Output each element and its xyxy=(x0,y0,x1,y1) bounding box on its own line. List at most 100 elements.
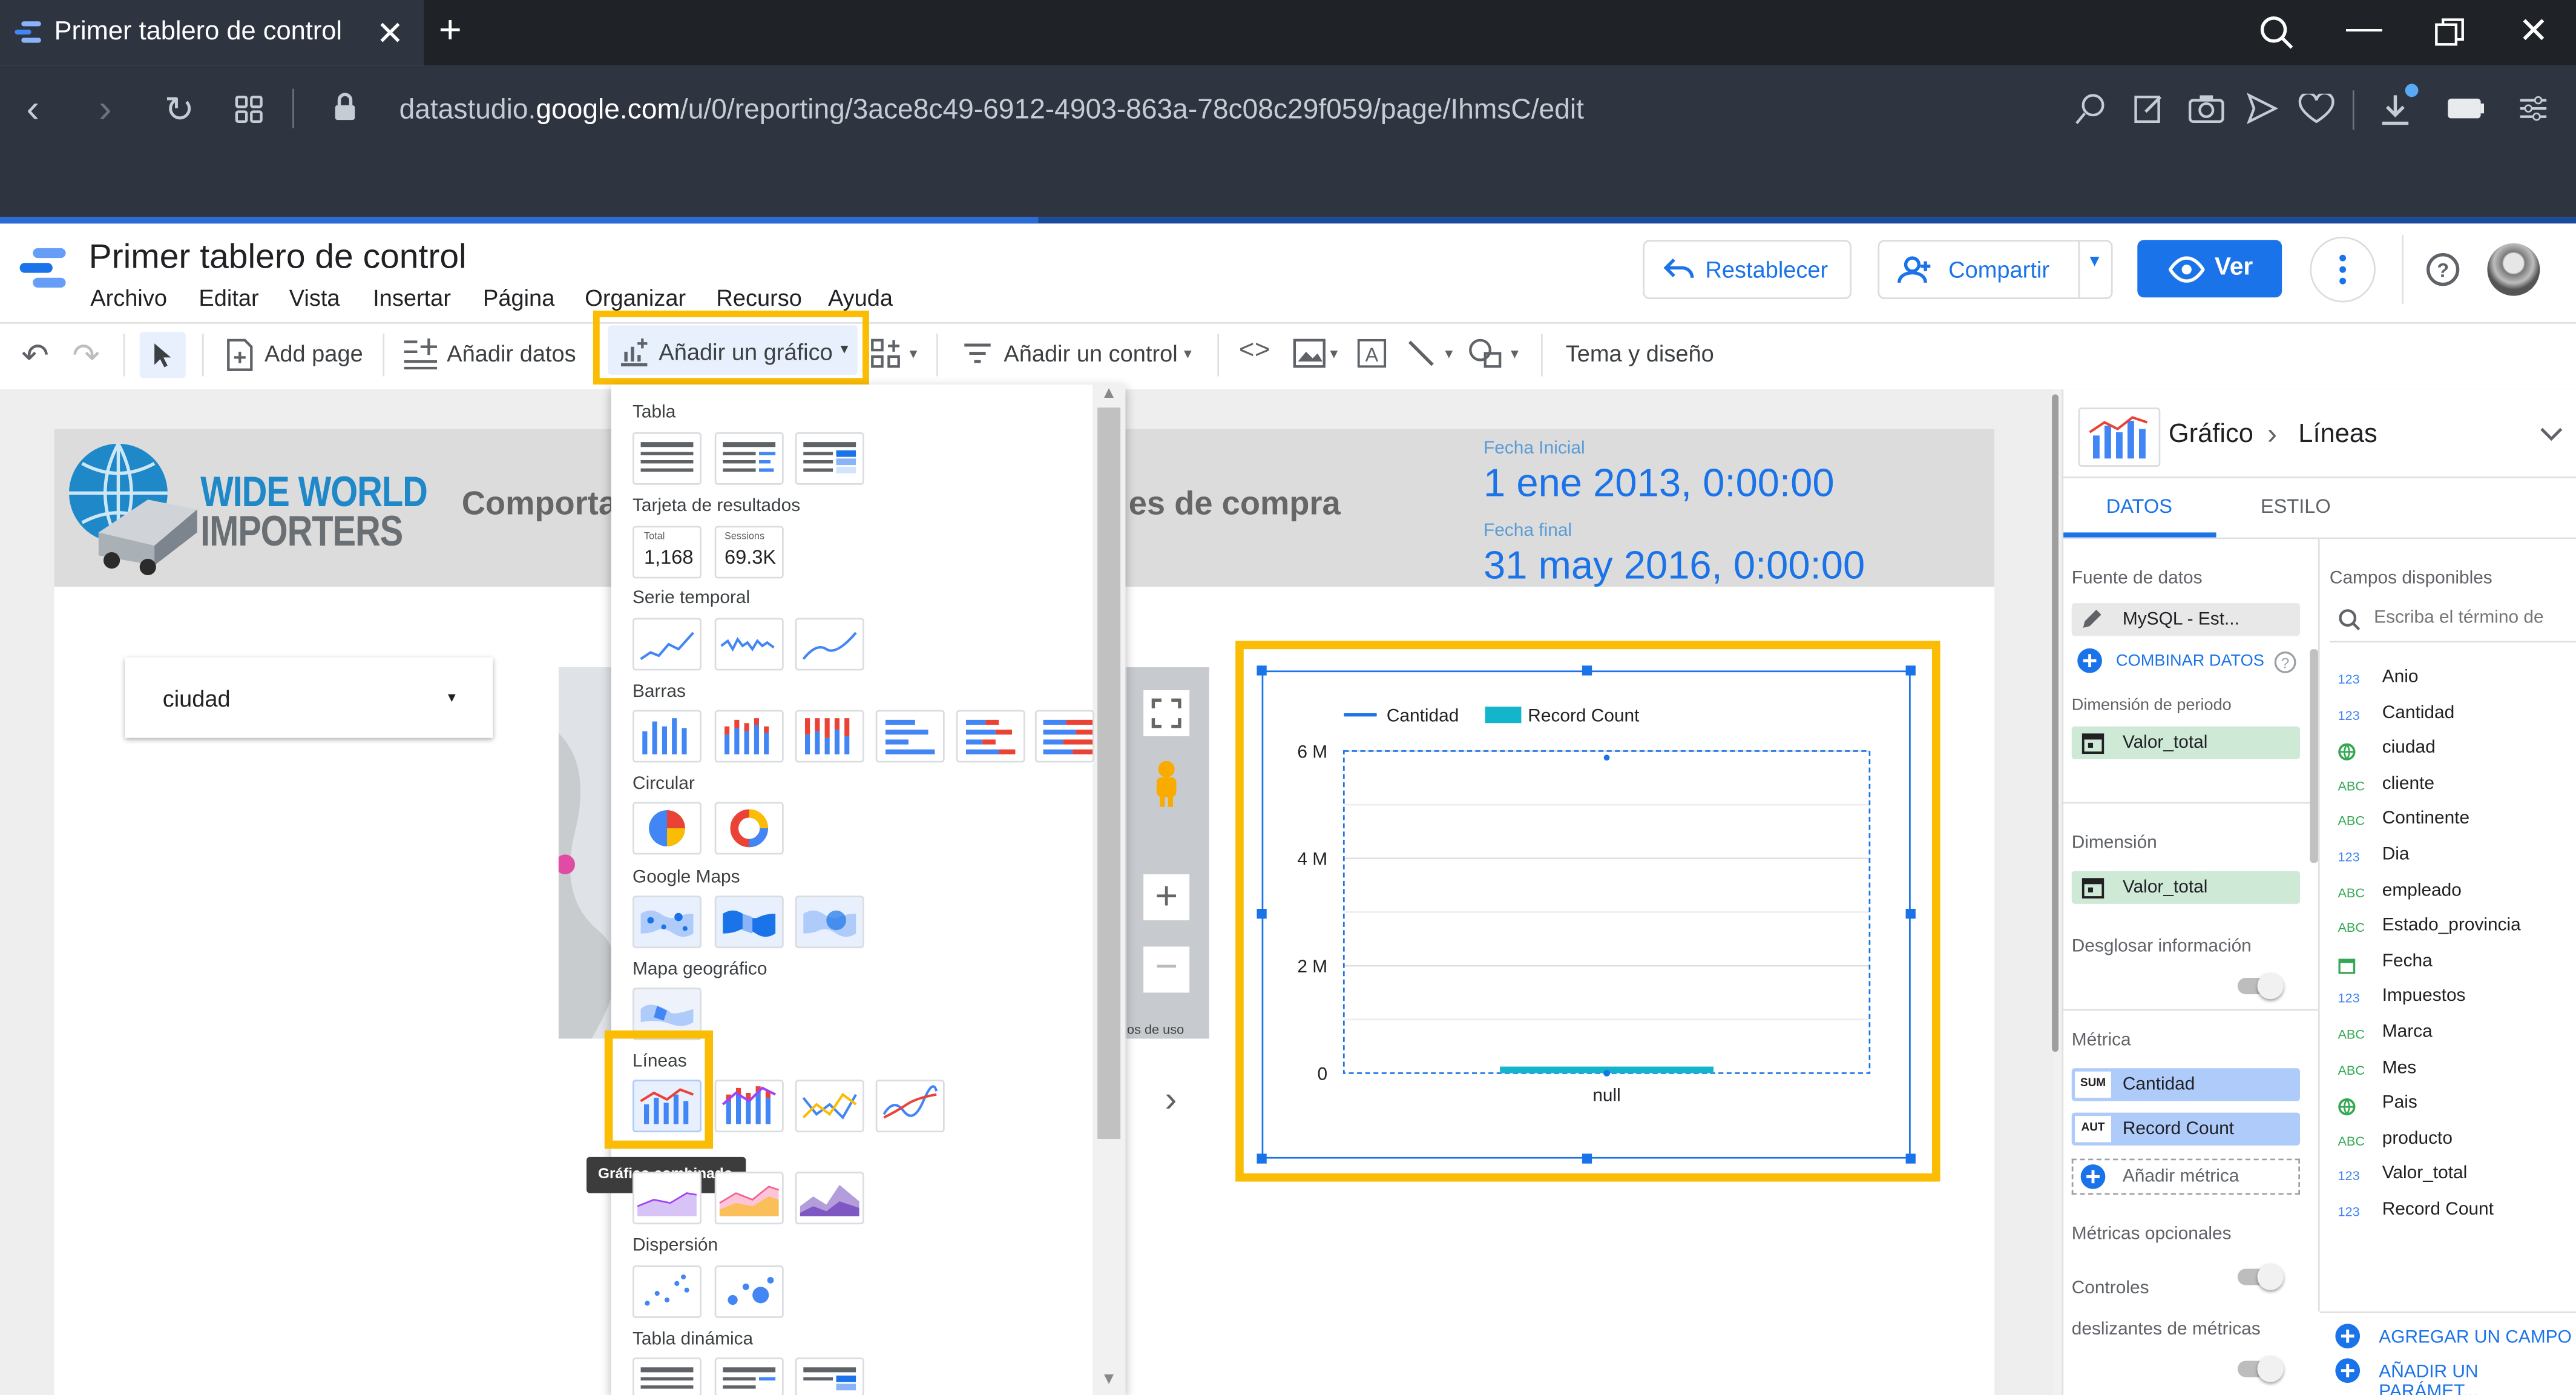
menu-archivo[interactable]: Archivo xyxy=(90,285,167,311)
fullscreen-icon[interactable] xyxy=(1143,690,1190,737)
map-terms[interactable]: os de uso xyxy=(1127,1022,1184,1037)
menu-editar[interactable]: Editar xyxy=(199,285,258,311)
100-stacked-area-chart-icon[interactable] xyxy=(795,1172,864,1225)
available-field[interactable]: Mes xyxy=(2382,1058,2416,1078)
lock-icon[interactable] xyxy=(334,92,356,122)
reload-icon[interactable]: ↻ xyxy=(164,89,194,132)
browser-tab[interactable]: Primer tablero de control ✕ xyxy=(0,0,424,66)
more-options-button[interactable] xyxy=(2310,236,2376,303)
scroll-down-icon[interactable]: ▼ xyxy=(1101,1371,1117,1389)
help-circle-icon[interactable]: ? xyxy=(2274,651,2297,674)
table-heatmap-chart-icon[interactable] xyxy=(795,432,864,485)
pegman-icon[interactable] xyxy=(1147,759,1186,808)
bar-chart-icon[interactable] xyxy=(875,710,945,763)
text-box-icon[interactable]: A xyxy=(1357,338,1387,368)
available-field[interactable]: Estado_provincia xyxy=(2382,915,2521,935)
period-dimension-chip[interactable]: Valor_total xyxy=(2071,726,2301,760)
resize-handle[interactable] xyxy=(1905,1153,1916,1164)
scorecard-total-icon[interactable]: Total 1,168 xyxy=(632,526,702,579)
heatmap-map-icon[interactable] xyxy=(795,895,864,949)
new-tab-icon[interactable]: + xyxy=(439,8,462,54)
next-arrow-icon[interactable]: › xyxy=(1165,1078,1177,1121)
pivot-table-bars-icon[interactable] xyxy=(714,1357,784,1395)
tab-datos[interactable]: DATOS xyxy=(2106,495,2172,518)
resize-handle[interactable] xyxy=(1582,1153,1592,1164)
chevron-down-icon[interactable]: ▼ xyxy=(1327,347,1341,361)
scroll-up-icon[interactable]: ▲ xyxy=(1101,384,1117,403)
line-chart-icon[interactable] xyxy=(795,1080,864,1133)
close-tab-icon[interactable]: ✕ xyxy=(376,13,404,54)
available-field[interactable]: Record Count xyxy=(2382,1199,2494,1219)
data-source-chip[interactable]: MySQL - Est... xyxy=(2071,603,2301,636)
smoothed-time-series-icon[interactable] xyxy=(795,618,864,671)
menu-organizar[interactable]: Organizar xyxy=(585,285,686,311)
add-circle-icon[interactable] xyxy=(2334,1323,2361,1349)
pencil-icon[interactable] xyxy=(2080,608,2103,631)
menu-insertar[interactable]: Insertar xyxy=(373,285,451,311)
blend-data-button[interactable]: COMBINAR DATOS xyxy=(2116,653,2264,671)
column-chart-icon[interactable] xyxy=(632,710,702,763)
resize-handle[interactable] xyxy=(1257,1153,1267,1164)
menu-recurso[interactable]: Recurso xyxy=(716,285,802,311)
add-metric-button[interactable]: Añadir métrica xyxy=(2071,1158,2301,1195)
combo-chart-type-icon[interactable] xyxy=(2078,407,2161,467)
chevron-down-icon[interactable]: ▼ xyxy=(1508,347,1522,361)
table-chart-icon[interactable] xyxy=(632,432,702,485)
available-field[interactable]: producto xyxy=(2382,1129,2453,1149)
stacked-area-chart-icon[interactable] xyxy=(714,1172,784,1225)
menu-pagina[interactable]: Página xyxy=(483,285,554,311)
field-list-scrollbar[interactable] xyxy=(2310,649,2318,863)
add-field-button[interactable]: AGREGAR UN CAMPO xyxy=(2379,1328,2572,1348)
chevron-down-icon[interactable]: ▼ xyxy=(1181,347,1195,361)
community-viz-icon[interactable] xyxy=(871,338,907,371)
add-chart-button[interactable]: Añadir un gráfico ▼ xyxy=(608,325,858,375)
available-field[interactable]: Cantidad xyxy=(2382,703,2455,723)
add-control-button[interactable]: Añadir un control xyxy=(1004,340,1177,366)
restore-window-icon[interactable] xyxy=(2435,18,2465,48)
available-field[interactable]: cliente xyxy=(2382,774,2434,794)
chevron-down-icon[interactable]: ▼ xyxy=(907,347,920,361)
available-field[interactable]: Dia xyxy=(2382,845,2410,865)
pivot-table-icon[interactable] xyxy=(632,1357,702,1395)
time-series-icon[interactable] xyxy=(632,618,702,671)
zoom-in-icon[interactable]: + xyxy=(1143,874,1190,921)
zoom-out-icon[interactable]: − xyxy=(1143,946,1190,993)
collapse-panel-icon[interactable] xyxy=(2538,424,2564,444)
search-tabs-icon[interactable] xyxy=(2259,15,2295,51)
page-search-icon[interactable] xyxy=(2075,92,2108,125)
add-data-button[interactable]: Añadir datos xyxy=(447,340,576,366)
available-field[interactable]: ciudad xyxy=(2382,738,2436,758)
url-field[interactable]: datastudio.google.com/u/0/reporting/3ace… xyxy=(399,94,1584,127)
pie-chart-icon[interactable] xyxy=(632,802,702,855)
edit-page-icon[interactable] xyxy=(2132,92,2165,125)
sparkline-icon[interactable] xyxy=(714,618,784,671)
available-field[interactable]: Impuestos xyxy=(2382,987,2466,1007)
donut-chart-icon[interactable] xyxy=(714,802,784,855)
minimize-icon[interactable]: — xyxy=(2346,7,2382,50)
area-chart-icon[interactable] xyxy=(632,1172,702,1225)
line-icon[interactable] xyxy=(1406,338,1436,368)
forward-icon[interactable]: › xyxy=(99,87,112,133)
metric-chip-record-count[interactable]: AUT Record Count xyxy=(2071,1112,2301,1146)
scorecard-sessions-icon[interactable]: Sessions 69.3K xyxy=(714,526,784,579)
redo-icon[interactable]: ↷ xyxy=(72,335,100,377)
stacked-column-chart-icon[interactable] xyxy=(714,710,784,763)
canvas-scrollbar-thumb[interactable] xyxy=(2052,394,2059,1052)
bubble-map-icon[interactable] xyxy=(632,895,702,949)
embed-url-icon[interactable]: <> xyxy=(1239,337,1270,366)
resize-handle[interactable] xyxy=(1257,665,1267,676)
metric-agg-sum[interactable]: SUM xyxy=(2075,1071,2111,1098)
filled-map-icon[interactable] xyxy=(714,895,784,949)
back-icon[interactable]: ‹ xyxy=(26,87,39,133)
available-field[interactable]: Valor_total xyxy=(2382,1164,2468,1184)
tab-estilo[interactable]: ESTILO xyxy=(2261,495,2331,518)
avatar[interactable] xyxy=(2487,243,2540,296)
add-parameter-button[interactable]: AÑADIR UN PARÁMET... xyxy=(2379,1362,2576,1395)
menu-ayuda[interactable]: Ayuda xyxy=(828,285,893,311)
city-filter-control[interactable]: ciudad ▼ xyxy=(125,657,493,738)
stacked-bar-chart-icon[interactable] xyxy=(956,710,1025,763)
add-circle-icon[interactable] xyxy=(2077,647,2103,673)
stacked-combo-chart-icon[interactable] xyxy=(714,1080,784,1133)
available-field[interactable]: Continente xyxy=(2382,809,2469,829)
image-icon[interactable] xyxy=(1293,338,1326,368)
